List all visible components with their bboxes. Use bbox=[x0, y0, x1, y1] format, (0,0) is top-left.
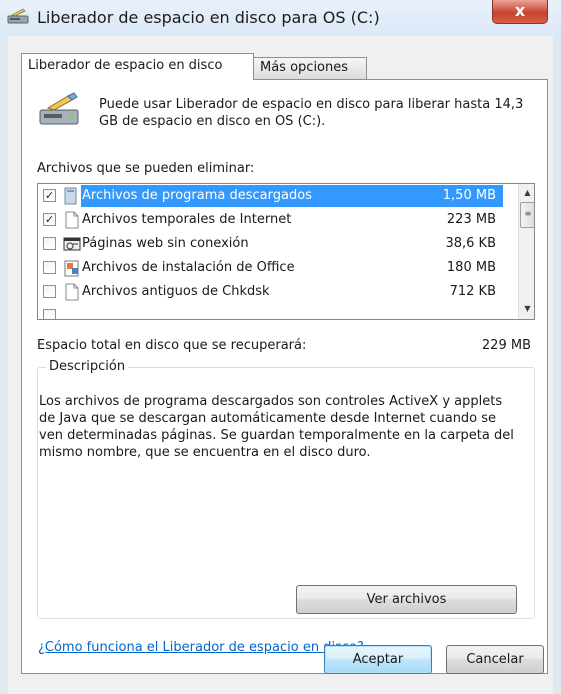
list-item[interactable]: Archivos antiguos de Chkdsk 712 KB bbox=[38, 281, 508, 305]
files-list-label: Archivos que se pueden eliminar: bbox=[37, 161, 255, 176]
office-setup-icon bbox=[64, 260, 79, 277]
window-frame-right bbox=[553, 36, 561, 694]
list-item[interactable]: Archivos de instalación de Office 180 MB bbox=[38, 257, 508, 281]
document-icon bbox=[65, 211, 79, 229]
cancel-button[interactable]: Cancelar bbox=[446, 645, 544, 674]
checkbox[interactable]: ✓ bbox=[43, 213, 56, 226]
description-text: Los archivos de programa descargados son… bbox=[39, 394, 514, 460]
scroll-thumb[interactable]: ≡ bbox=[520, 202, 534, 228]
disk-cleanup-icon bbox=[7, 8, 29, 24]
item-name: Archivos de programa descargados bbox=[82, 188, 312, 203]
list-item[interactable]: ✓ Archivos temporales de Internet 223 MB bbox=[38, 209, 508, 233]
item-size: 223 MB bbox=[446, 212, 496, 227]
title-bar[interactable]: Liberador de espacio en disco para OS (C… bbox=[0, 0, 561, 36]
document-icon bbox=[65, 283, 79, 301]
checkbox[interactable] bbox=[43, 309, 56, 319]
folder-icon bbox=[64, 187, 77, 205]
view-files-button[interactable]: Ver archivos bbox=[296, 585, 517, 614]
checkbox[interactable]: ✓ bbox=[43, 189, 56, 202]
list-item[interactable] bbox=[38, 305, 508, 319]
list-item[interactable]: Páginas web sin conexión 38,6 KB bbox=[38, 233, 508, 257]
item-name: Archivos antiguos de Chkdsk bbox=[82, 284, 270, 299]
tab-label: Más opciones bbox=[260, 60, 349, 75]
close-button[interactable]: x bbox=[492, 0, 548, 24]
item-size: 1,50 MB bbox=[442, 188, 496, 203]
item-size: 712 KB bbox=[449, 284, 496, 299]
disk-cleanup-icon bbox=[39, 92, 79, 125]
tab-disk-cleanup[interactable]: Liberador de espacio en disco bbox=[21, 53, 254, 80]
window-frame-left bbox=[0, 36, 8, 694]
item-name: Archivos de instalación de Office bbox=[82, 260, 295, 275]
vertical-scrollbar[interactable]: ▲ ≡ ▼ bbox=[518, 184, 534, 319]
ok-button[interactable]: Aceptar bbox=[324, 645, 432, 674]
dialog-client-area: Liberador de espacio en disco Más opcion… bbox=[8, 36, 553, 694]
files-listbox[interactable]: ✓ Archivos de programa descargados 1,50 … bbox=[37, 183, 535, 320]
item-size: 180 MB bbox=[446, 260, 496, 275]
tab-panel: Puede usar Liberador de espacio en disco… bbox=[21, 79, 548, 674]
description-legend: Descripción bbox=[46, 359, 129, 374]
close-icon: x bbox=[514, 1, 526, 20]
item-size: 38,6 KB bbox=[445, 236, 496, 251]
tab-more-options[interactable]: Más opciones bbox=[253, 57, 367, 79]
checkbox[interactable] bbox=[43, 285, 56, 298]
offline-page-icon bbox=[63, 237, 81, 251]
scroll-up-icon[interactable]: ▲ bbox=[520, 186, 534, 200]
checkbox[interactable] bbox=[43, 237, 56, 250]
checkbox[interactable] bbox=[43, 261, 56, 274]
total-space-value: 229 MB bbox=[481, 338, 531, 353]
scroll-down-icon[interactable]: ▼ bbox=[520, 302, 534, 316]
intro-text: Puede usar Liberador de espacio en disco… bbox=[99, 97, 524, 129]
window-title: Liberador de espacio en disco para OS (C… bbox=[37, 8, 380, 27]
list-item[interactable]: ✓ Archivos de programa descargados 1,50 … bbox=[38, 185, 508, 209]
item-name: Archivos temporales de Internet bbox=[82, 212, 292, 227]
item-name: Páginas web sin conexión bbox=[82, 236, 249, 251]
help-link[interactable]: ¿Cómo funciona el Liberador de espacio e… bbox=[38, 640, 364, 655]
total-space-label: Espacio total en disco que se recuperará… bbox=[37, 338, 307, 353]
tab-label: Liberador de espacio en disco bbox=[28, 58, 223, 73]
